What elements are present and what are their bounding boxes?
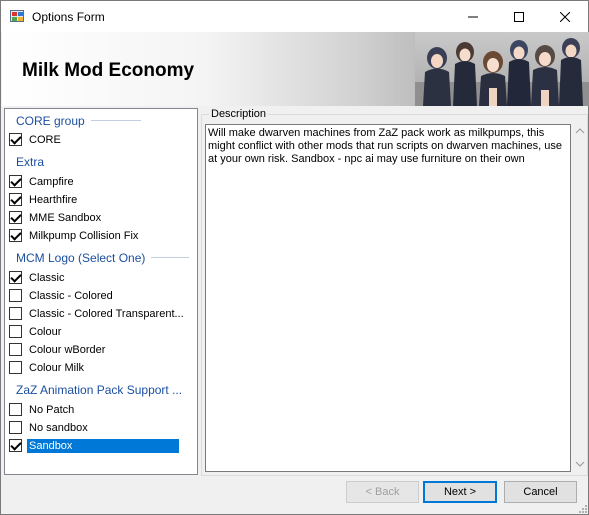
option-label-colour: Colour bbox=[29, 325, 62, 338]
header-illustration bbox=[415, 32, 589, 106]
checkbox-colour-milk[interactable] bbox=[9, 361, 22, 374]
option-classic[interactable]: Classic bbox=[9, 269, 66, 286]
option-label-classic-colored: Classic - Colored bbox=[29, 289, 113, 302]
option-colour-wborder[interactable]: Colour wBorder bbox=[9, 341, 107, 358]
app-icon bbox=[10, 10, 24, 22]
group-header-mcm-logo: MCM Logo (Select One) bbox=[16, 250, 190, 265]
option-no-patch[interactable]: No Patch bbox=[9, 401, 76, 418]
option-label-no-sandbox: No sandbox bbox=[29, 421, 88, 434]
scroll-up-arrow-icon[interactable] bbox=[574, 125, 586, 137]
description-textbox[interactable]: Will make dwarven machines from ZaZ pack… bbox=[205, 124, 571, 472]
option-label-hearthfire: Hearthfire bbox=[29, 193, 78, 206]
next-button[interactable]: Next > bbox=[423, 481, 497, 503]
option-label-campfire: Campfire bbox=[29, 175, 74, 188]
option-classic-colored-transparent[interactable]: Classic - Colored Transparent... bbox=[9, 305, 186, 322]
checkbox-sandbox[interactable] bbox=[9, 439, 22, 452]
checkbox-classic[interactable] bbox=[9, 271, 22, 284]
option-label-classic-colored-transparent: Classic - Colored Transparent... bbox=[29, 307, 184, 320]
options-panel[interactable]: CORE group CORE Extra Campfire Hearthfir… bbox=[4, 108, 198, 475]
option-classic-colored[interactable]: Classic - Colored bbox=[9, 287, 115, 304]
checkbox-hearthfire[interactable] bbox=[9, 193, 22, 206]
option-core[interactable]: CORE bbox=[9, 131, 63, 148]
option-campfire[interactable]: Campfire bbox=[9, 173, 76, 190]
option-mme-sandbox[interactable]: MME Sandbox bbox=[9, 209, 103, 226]
option-no-sandbox[interactable]: No sandbox bbox=[9, 419, 90, 436]
checkbox-classic-colored-transparent[interactable] bbox=[9, 307, 22, 320]
option-label-classic: Classic bbox=[29, 271, 65, 284]
option-label-milkpump-collision-fix: Milkpump Collision Fix bbox=[29, 229, 139, 242]
option-milkpump-collision-fix[interactable]: Milkpump Collision Fix bbox=[9, 227, 140, 244]
option-colour[interactable]: Colour bbox=[9, 323, 63, 340]
checkbox-colour[interactable] bbox=[9, 325, 22, 338]
group-header-extra: Extra bbox=[16, 154, 45, 169]
option-sandbox[interactable]: Sandbox bbox=[9, 437, 179, 454]
checkbox-milkpump-collision-fix[interactable] bbox=[9, 229, 22, 242]
group-header-zaz-animation: ZaZ Animation Pack Support ... bbox=[16, 382, 183, 397]
resize-grip-icon[interactable] bbox=[578, 504, 588, 514]
checkbox-no-sandbox[interactable] bbox=[9, 421, 22, 434]
options-form-window: Options Form Milk Mod Economy CORE group… bbox=[0, 0, 589, 515]
close-button[interactable] bbox=[542, 1, 588, 32]
option-label-colour-milk: Colour Milk bbox=[29, 361, 85, 374]
checkbox-classic-colored[interactable] bbox=[9, 289, 22, 302]
maximize-button[interactable] bbox=[496, 1, 542, 32]
cancel-button[interactable]: Cancel bbox=[504, 481, 577, 503]
header-banner: Milk Mod Economy bbox=[2, 32, 589, 106]
option-label-colour-wborder: Colour wBorder bbox=[29, 343, 106, 356]
maximize-icon bbox=[514, 11, 524, 22]
option-hearthfire[interactable]: Hearthfire bbox=[9, 191, 79, 208]
title-bar[interactable]: Options Form bbox=[1, 1, 588, 32]
window-title: Options Form bbox=[32, 10, 105, 24]
checkbox-campfire[interactable] bbox=[9, 175, 22, 188]
checkbox-no-patch[interactable] bbox=[9, 403, 22, 416]
description-caption: Description bbox=[209, 108, 269, 120]
option-colour-milk[interactable]: Colour Milk bbox=[9, 359, 86, 376]
minimize-button[interactable] bbox=[450, 1, 496, 32]
close-icon bbox=[560, 11, 570, 22]
back-button[interactable]: < Back bbox=[346, 481, 419, 503]
option-label-sandbox: Sandbox bbox=[27, 438, 179, 453]
checkbox-mme-sandbox[interactable] bbox=[9, 211, 22, 224]
group-header-core: CORE group bbox=[16, 113, 141, 128]
header-title: Milk Mod Economy bbox=[22, 60, 195, 81]
option-label-core: CORE bbox=[29, 133, 61, 146]
minimize-icon bbox=[468, 16, 478, 17]
option-label-mme-sandbox: MME Sandbox bbox=[29, 211, 102, 224]
scroll-down-arrow-icon[interactable] bbox=[574, 458, 586, 470]
option-label-no-patch: No Patch bbox=[29, 403, 75, 416]
checkbox-colour-wborder[interactable] bbox=[9, 343, 22, 356]
checkbox-core[interactable] bbox=[9, 133, 22, 146]
